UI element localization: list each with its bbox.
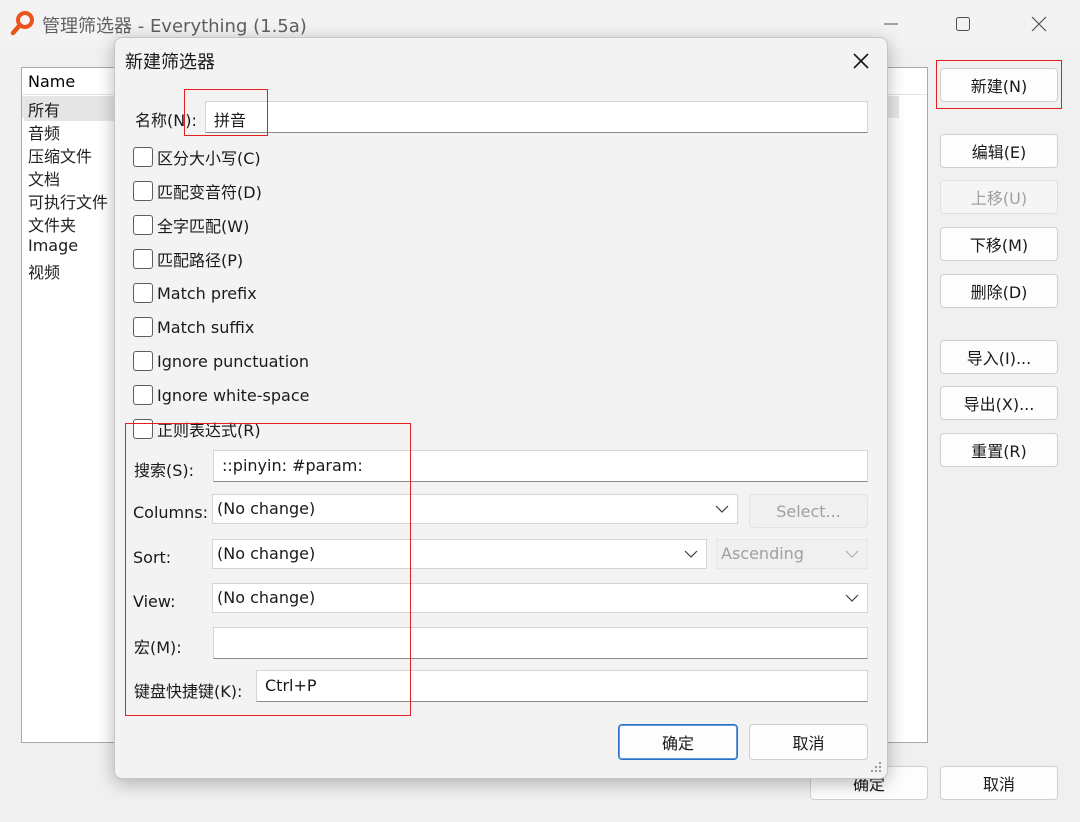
- checkbox-label: Match suffix: [157, 317, 255, 337]
- dialog-title: 新建筛选器: [125, 52, 215, 73]
- list-item[interactable]: 所有: [24, 97, 122, 121]
- sort-label: Sort:: [133, 548, 172, 567]
- search-field[interactable]: ::pinyin: #param:: [213, 450, 868, 482]
- checkbox-box[interactable]: [133, 317, 153, 337]
- hotkey-label: 键盘快捷键(K):: [134, 682, 243, 701]
- list-item[interactable]: 文档: [28, 166, 60, 190]
- checkbox-label: Ignore punctuation: [157, 351, 310, 371]
- name-label: 名称(N):: [135, 111, 197, 130]
- checkbox-box[interactable]: [133, 181, 153, 201]
- search-label: 搜索(S):: [134, 461, 195, 480]
- main-cancel-button[interactable]: 取消: [940, 766, 1058, 800]
- new-filter-dialog: 新建筛选器 名称(N): 拼音 区分大小写(C) 匹配变音符(D) 全字匹配(W…: [114, 37, 888, 779]
- name-column-header[interactable]: Name: [28, 72, 75, 91]
- match-diacritics-checkbox[interactable]: 匹配变音符(D): [133, 179, 262, 203]
- checkbox-label: 区分大小写(C): [157, 149, 261, 168]
- maximize-icon: [956, 17, 970, 31]
- columns-selected-value: (No change): [217, 499, 316, 518]
- checkbox-label: 匹配路径(P): [157, 251, 244, 270]
- chevron-down-icon: [715, 505, 729, 513]
- match-suffix-checkbox[interactable]: Match suffix: [133, 315, 254, 339]
- import-button[interactable]: 导入(I)...: [940, 340, 1058, 374]
- checkbox-label: 匹配变音符(D): [157, 183, 262, 202]
- new-filter-button[interactable]: 新建(N): [940, 68, 1058, 102]
- checkbox-label: 全字匹配(W): [157, 217, 250, 236]
- checkbox-box[interactable]: [133, 419, 153, 439]
- macro-field[interactable]: [213, 627, 868, 659]
- chevron-down-icon: [845, 594, 859, 602]
- match-prefix-checkbox[interactable]: Match prefix: [133, 281, 257, 305]
- ignore-punctuation-checkbox[interactable]: Ignore punctuation: [133, 349, 309, 373]
- checkbox-box[interactable]: [133, 215, 153, 235]
- reset-button[interactable]: 重置(R): [940, 433, 1058, 467]
- close-icon: [1031, 16, 1047, 32]
- export-button[interactable]: 导出(X)...: [940, 386, 1058, 420]
- move-down-button[interactable]: 下移(M): [940, 227, 1058, 261]
- list-item[interactable]: 音频: [28, 120, 60, 144]
- match-path-checkbox[interactable]: 匹配路径(P): [133, 247, 243, 271]
- hotkey-field[interactable]: Ctrl+P: [256, 670, 868, 702]
- list-item[interactable]: 可执行文件: [28, 189, 108, 213]
- close-icon: [853, 53, 869, 69]
- whole-word-checkbox[interactable]: 全字匹配(W): [133, 213, 249, 237]
- maximize-button[interactable]: [928, 4, 998, 44]
- move-up-button[interactable]: 上移(U): [940, 180, 1058, 214]
- edit-filter-button[interactable]: 编辑(E): [940, 134, 1058, 168]
- checkbox-box[interactable]: [133, 351, 153, 371]
- everything-app-icon: [10, 10, 36, 36]
- sort-dropdown[interactable]: (No change): [212, 539, 707, 569]
- checkbox-label: 正则表达式(R): [157, 421, 261, 440]
- checkbox-label: Ignore white-space: [157, 385, 310, 405]
- list-item[interactable]: 视频: [28, 259, 60, 283]
- view-dropdown[interactable]: (No change): [212, 583, 868, 613]
- sort-order-selected-value: Ascending: [721, 544, 804, 563]
- chevron-down-icon: [684, 550, 698, 558]
- case-sensitive-checkbox[interactable]: 区分大小写(C): [133, 145, 261, 169]
- view-label: View:: [133, 592, 176, 611]
- chevron-down-icon: [845, 550, 859, 558]
- close-window-button[interactable]: [1004, 4, 1074, 44]
- view-selected-value: (No change): [217, 588, 316, 607]
- dialog-cancel-button[interactable]: 取消: [749, 724, 868, 760]
- dialog-close-button[interactable]: [841, 44, 881, 78]
- delete-filter-button[interactable]: 删除(D): [940, 274, 1058, 308]
- resize-grip-icon[interactable]: [867, 758, 883, 778]
- list-item[interactable]: Image: [28, 236, 78, 255]
- checkbox-box[interactable]: [133, 249, 153, 269]
- dialog-ok-button[interactable]: 确定: [618, 724, 738, 760]
- macro-label: 宏(M):: [134, 638, 182, 657]
- checkbox-box[interactable]: [133, 385, 153, 405]
- sort-selected-value: (No change): [217, 544, 316, 563]
- checkbox-box[interactable]: [133, 147, 153, 167]
- checkbox-label: Match prefix: [157, 283, 257, 303]
- columns-dropdown[interactable]: (No change): [212, 494, 738, 524]
- columns-label: Columns:: [133, 503, 208, 522]
- checkbox-box[interactable]: [133, 283, 153, 303]
- regex-checkbox[interactable]: 正则表达式(R): [133, 417, 261, 441]
- minimize-icon: [884, 23, 898, 25]
- ignore-whitespace-checkbox[interactable]: Ignore white-space: [133, 383, 309, 407]
- name-field[interactable]: 拼音: [205, 101, 868, 133]
- window-title: 管理筛选器 - Everything (1.5a): [42, 16, 307, 37]
- select-columns-button[interactable]: Select...: [749, 494, 868, 528]
- sort-order-dropdown[interactable]: Ascending: [716, 539, 868, 569]
- list-item[interactable]: 文件夹: [28, 212, 76, 236]
- list-item[interactable]: 压缩文件: [28, 143, 92, 167]
